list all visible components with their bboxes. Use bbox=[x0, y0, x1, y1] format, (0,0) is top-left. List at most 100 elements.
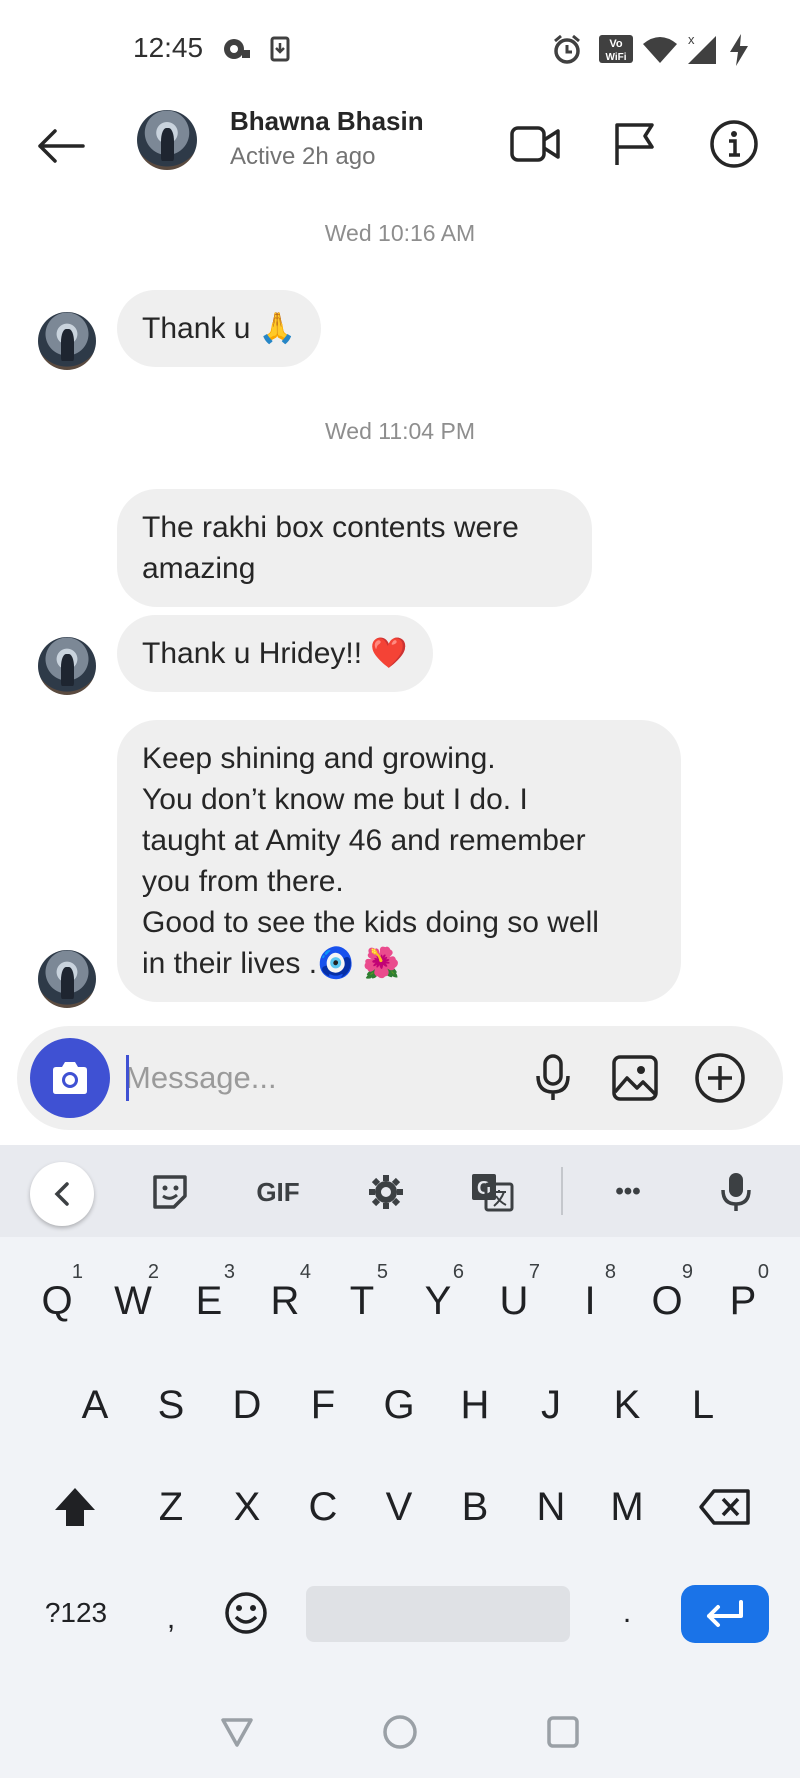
message-bubble[interactable]: Keep shining and growing. You don’t know… bbox=[117, 720, 681, 1002]
key-h[interactable]: H bbox=[443, 1361, 507, 1449]
key-hint: 3 bbox=[223, 1261, 235, 1283]
message-avatar[interactable] bbox=[38, 312, 96, 370]
key-b[interactable]: B bbox=[443, 1463, 507, 1551]
shift-key[interactable] bbox=[43, 1463, 107, 1551]
toolbar-collapse-button[interactable] bbox=[30, 1162, 94, 1226]
key-q[interactable]: Q1 bbox=[25, 1257, 89, 1345]
gear-icon bbox=[369, 1175, 403, 1209]
key-t[interactable]: T5 bbox=[330, 1257, 394, 1345]
keyboard-settings-button[interactable] bbox=[356, 1162, 416, 1222]
back-button[interactable] bbox=[30, 116, 90, 176]
video-camera-icon bbox=[510, 126, 560, 162]
key-y[interactable]: Y6 bbox=[406, 1257, 470, 1345]
info-button[interactable] bbox=[704, 114, 764, 174]
key-hint: 5 bbox=[376, 1261, 388, 1283]
key-l[interactable]: L bbox=[671, 1361, 735, 1449]
translate-button[interactable]: G bbox=[462, 1162, 522, 1222]
emoji-key[interactable] bbox=[214, 1569, 278, 1657]
key-a[interactable]: A bbox=[63, 1361, 127, 1449]
gif-button[interactable]: GIF bbox=[248, 1162, 308, 1222]
microphone-icon bbox=[721, 1173, 751, 1211]
key-v[interactable]: V bbox=[367, 1463, 431, 1551]
message-avatar[interactable] bbox=[38, 637, 96, 695]
svg-text:Vo: Vo bbox=[609, 38, 623, 50]
emoji-icon bbox=[225, 1592, 267, 1634]
message-bubble[interactable]: The rakhi box contents were amazing bbox=[117, 489, 592, 607]
key-n[interactable]: N bbox=[519, 1463, 583, 1551]
key-c[interactable]: C bbox=[291, 1463, 355, 1551]
sticker-button[interactable] bbox=[140, 1162, 200, 1222]
nav-home-button[interactable] bbox=[378, 1710, 422, 1754]
contact-avatar[interactable] bbox=[137, 110, 197, 170]
key-w[interactable]: W2 bbox=[101, 1257, 165, 1345]
space-key[interactable] bbox=[306, 1586, 570, 1642]
video-call-button[interactable] bbox=[505, 114, 565, 174]
square-recents-icon bbox=[547, 1716, 579, 1748]
sticker-icon bbox=[153, 1175, 187, 1209]
key-label: Q bbox=[41, 1278, 73, 1323]
key-u[interactable]: U7 bbox=[482, 1257, 546, 1345]
key-i[interactable]: I8 bbox=[558, 1257, 622, 1345]
gallery-button[interactable] bbox=[605, 1048, 665, 1108]
signal-icon: x bbox=[684, 30, 718, 66]
camera-button[interactable] bbox=[30, 1038, 110, 1118]
message-avatar[interactable] bbox=[38, 950, 96, 1008]
backspace-icon bbox=[699, 1489, 750, 1525]
enter-key[interactable] bbox=[681, 1585, 769, 1643]
key-x[interactable]: X bbox=[215, 1463, 279, 1551]
toolbar-divider bbox=[561, 1167, 563, 1215]
nav-back-button[interactable] bbox=[215, 1710, 259, 1754]
backspace-key[interactable] bbox=[690, 1463, 760, 1551]
toolbar-more-button[interactable]: ••• bbox=[598, 1162, 658, 1222]
period-key[interactable]: . bbox=[595, 1569, 659, 1657]
key-o[interactable]: O9 bbox=[635, 1257, 699, 1345]
vowifi-icon: Vo WiFi bbox=[598, 34, 634, 64]
nav-recents-button[interactable] bbox=[541, 1710, 585, 1754]
key-label: O bbox=[651, 1278, 683, 1323]
key-hint: 4 bbox=[299, 1261, 311, 1283]
key-e[interactable]: E3 bbox=[177, 1257, 241, 1345]
timestamp: Wed 11:04 PM bbox=[324, 418, 475, 444]
key-hint: 2 bbox=[147, 1261, 159, 1283]
key-hint: 1 bbox=[71, 1261, 83, 1283]
key-k[interactable]: K bbox=[595, 1361, 659, 1449]
key-z[interactable]: Z bbox=[139, 1463, 203, 1551]
info-icon bbox=[710, 120, 758, 168]
key-label: R bbox=[270, 1278, 300, 1323]
key-label: Y bbox=[424, 1278, 452, 1323]
message-input[interactable] bbox=[125, 1050, 525, 1106]
text-cursor bbox=[126, 1055, 129, 1101]
contact-name[interactable]: Bhawna Bhasin bbox=[230, 106, 424, 137]
symbols-key[interactable]: ?123 bbox=[38, 1569, 114, 1657]
voice-typing-button[interactable] bbox=[706, 1162, 766, 1222]
keyboard-toolbar: GIF G ••• bbox=[0, 1145, 800, 1237]
key-g[interactable]: G bbox=[367, 1361, 431, 1449]
key-hint: 7 bbox=[528, 1261, 540, 1283]
message-bubble[interactable]: Thank u Hridey!! ❤️ bbox=[117, 615, 433, 692]
translate-icon: G bbox=[472, 1174, 514, 1212]
key-p[interactable]: P0 bbox=[711, 1257, 775, 1345]
voice-message-button[interactable] bbox=[523, 1048, 583, 1108]
key-j[interactable]: J bbox=[519, 1361, 583, 1449]
key-r[interactable]: R4 bbox=[253, 1257, 317, 1345]
back-arrow-icon bbox=[38, 129, 85, 163]
key-d[interactable]: D bbox=[215, 1361, 279, 1449]
circle-home-icon bbox=[383, 1715, 417, 1749]
comma-key[interactable]: , bbox=[139, 1575, 203, 1663]
key-m[interactable]: M bbox=[595, 1463, 659, 1551]
svg-text:G: G bbox=[477, 1178, 491, 1198]
message-bubble[interactable]: Thank u 🙏 bbox=[117, 290, 322, 367]
image-icon bbox=[612, 1055, 658, 1101]
key-hint: 0 bbox=[757, 1261, 769, 1283]
status-time: 12:45 bbox=[133, 32, 204, 63]
report-button[interactable] bbox=[604, 114, 664, 174]
chevron-left-icon bbox=[54, 1182, 69, 1206]
key-label: T bbox=[349, 1278, 375, 1323]
message-composer bbox=[17, 1026, 783, 1130]
key-s[interactable]: S bbox=[139, 1361, 203, 1449]
more-options-button[interactable] bbox=[690, 1048, 750, 1108]
shift-icon bbox=[55, 1488, 95, 1526]
flag-icon bbox=[615, 123, 654, 165]
key-f[interactable]: F bbox=[291, 1361, 355, 1449]
key-hint: 6 bbox=[452, 1261, 464, 1283]
